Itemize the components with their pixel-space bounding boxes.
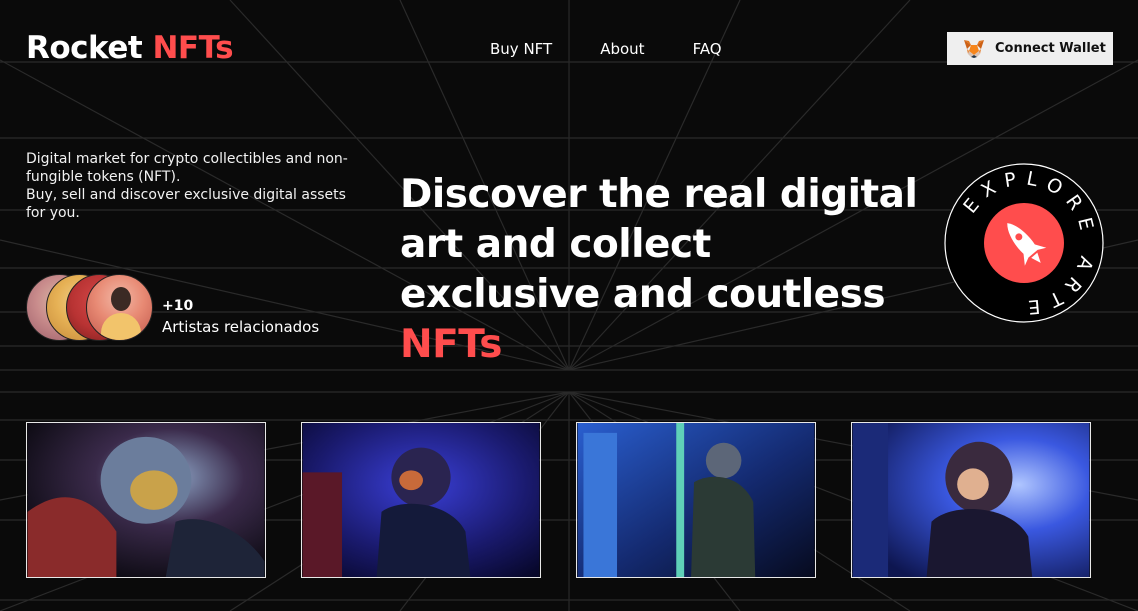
intro-line-1: Digital market for crypto collectibles a… [26, 151, 348, 185]
artist-avatars [26, 274, 156, 342]
nft-card-astronaut-image-1[interactable] [26, 422, 266, 578]
metamask-fox-icon [964, 39, 984, 58]
logo-text: Rocket [26, 30, 143, 66]
intro-line-2: Buy, sell and discover exclusive digital… [26, 187, 346, 221]
astronaut-image [27, 423, 265, 577]
hero-title-text: Discover the real digital art and collec… [400, 172, 918, 317]
nav-faq[interactable]: FAQ [693, 40, 722, 58]
hero-title-accent: NFTs [400, 322, 502, 367]
astronaut-image [852, 423, 1090, 577]
page: Rocket NFTs Buy NFT About FAQ Connect Wa… [0, 0, 1138, 611]
avatar-person-head [111, 287, 131, 311]
nav-buy-nft[interactable]: Buy NFT [490, 40, 552, 58]
nav-about[interactable]: About [600, 40, 644, 58]
logo[interactable]: Rocket NFTs [26, 30, 234, 66]
artists-label: Artistas relacionados [162, 318, 320, 336]
intro-text: Digital market for crypto collectibles a… [26, 150, 366, 222]
nft-card-astronaut-image-4[interactable] [851, 422, 1091, 578]
nft-card-astronaut-image-2[interactable] [301, 422, 541, 578]
avatar-person-body [101, 313, 141, 340]
connect-wallet-button[interactable]: Connect Wallet [947, 32, 1113, 65]
connect-wallet-label: Connect Wallet [995, 41, 1106, 56]
hero-title: Discover the real digital art and collec… [400, 170, 920, 370]
astronaut-image [577, 423, 815, 577]
avatar[interactable] [86, 274, 153, 341]
explore-arte-badge[interactable]: EXPLORE ARTE [943, 162, 1105, 324]
nft-card-astronaut-image-3[interactable] [576, 422, 816, 578]
main-nav: Buy NFT About FAQ [490, 40, 722, 58]
logo-accent: NFTs [152, 30, 234, 66]
artists-count: +10 [162, 298, 194, 314]
astronaut-image [302, 423, 540, 577]
